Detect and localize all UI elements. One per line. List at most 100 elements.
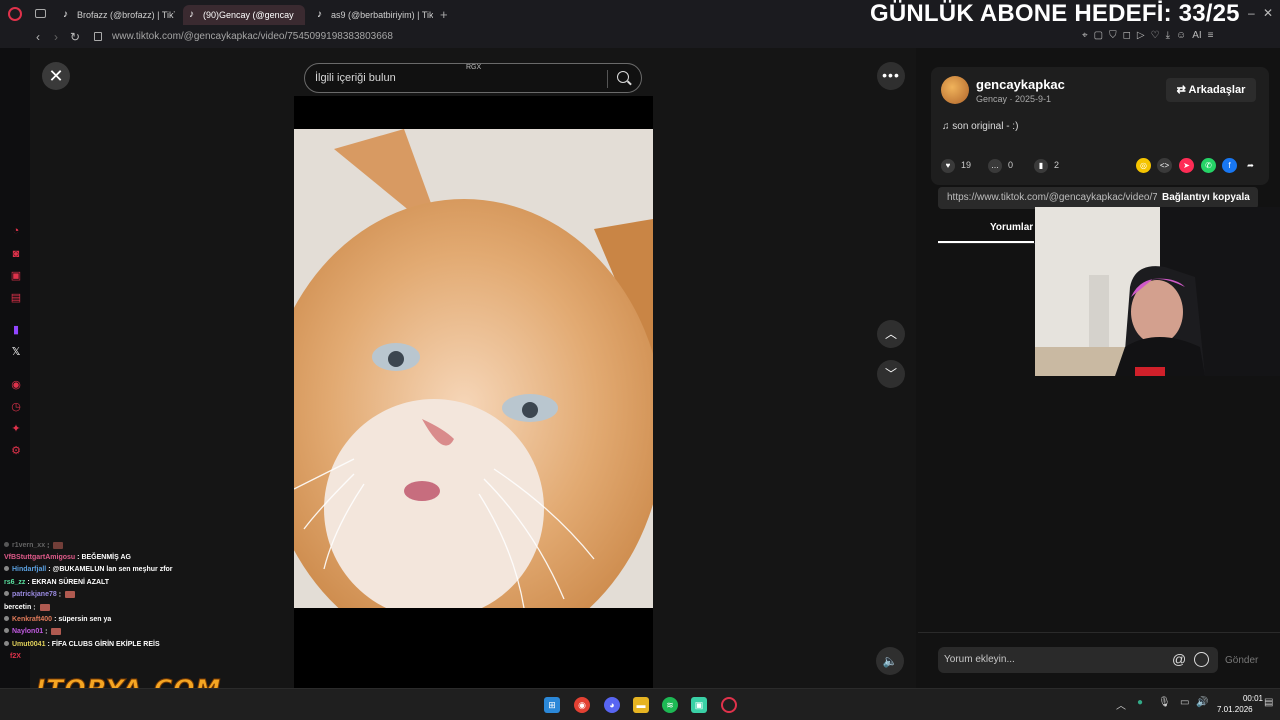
like-button[interactable]: ♥ 19 [941,157,971,173]
new-tab-button[interactable]: + [440,7,448,22]
file-explorer-icon[interactable]: ▬ [633,697,649,713]
comment-icon: … [988,158,1002,173]
tray-chevron-icon[interactable]: ︿ [1116,697,1126,712]
game-icon[interactable]: ◙ [10,248,22,260]
notification-icon[interactable]: ▤ [1264,697,1273,708]
comment-button[interactable]: … 0 [988,157,1013,173]
browser-toolbar: ⌖ ▢ ⛉ ◻ ▷ ♡ ⤓ ☺ AI ≡ [1082,30,1214,41]
send-button[interactable]: Gönder [1225,655,1258,666]
ai-button[interactable]: AI [1192,30,1201,41]
music-info[interactable]: ♫ son original - :) [942,121,1018,132]
spotify-icon[interactable]: ≋ [662,697,678,713]
subscriber-goal-overlay: GÜNLÜK ABONE HEDEFİ: 33/25 [870,0,1240,27]
chat-badge-icon [4,591,9,597]
forward-icon[interactable]: › [54,30,58,44]
friends-label: Arkadaşlar [1188,84,1246,96]
video-player[interactable] [294,129,653,608]
chat-user: rs6_zz [4,579,26,586]
chat-user: Naylon01 [12,628,44,636]
clock-date[interactable]: 7.01.2026 [1217,705,1253,714]
url-field[interactable]: www.tiktok.com/@gencaykapkac/video/75450… [112,31,393,42]
app-icon[interactable]: ▣ [691,697,707,713]
menu-icon[interactable]: ≡ [1208,30,1214,41]
speed-dial-icon[interactable]: ◔ [10,225,22,237]
close-window-icon[interactable]: ✕ [1263,6,1273,20]
tab-as9[interactable]: ♪ as9 (@berbatbiriyim) | Tik [311,5,433,25]
chat-message: bercetin: [4,604,50,611]
friends-button[interactable]: ⇄ Arkadaşlar [1166,78,1256,102]
tab-comments[interactable]: Yorumlar [990,222,1033,233]
opera-gx-taskbar-icon[interactable] [721,697,737,713]
chat-message: Kenkraft400: süpersin sen ya [4,616,111,623]
tab-label: as9 (@berbatbiriyim) | Tik [331,10,433,20]
share-icon[interactable]: ➦ [1243,158,1258,173]
webcam-image [1035,207,1280,376]
tray-app-icon[interactable]: ● [1137,697,1143,708]
comment-input[interactable]: Yorum ekleyin... @ [938,647,1218,673]
minimize-icon[interactable]: – [1248,6,1255,20]
whatsapp-icon[interactable]: ✆ [1201,158,1216,173]
embed-icon[interactable]: <> [1157,158,1172,173]
pin-icon[interactable]: ⌖ [1082,30,1088,41]
tiktok-icon: ♪ [189,9,194,20]
tab-brofazz[interactable]: ♪ Brofazz (@brofazz) | TikTo [57,5,175,25]
video-letterbox-bottom [294,608,653,688]
extensions-icon[interactable]: ✦ [10,423,22,435]
messenger-icon[interactable]: ▣ [10,270,22,282]
avatar[interactable] [941,76,969,104]
screenshot-icon[interactable]: ▢ [1094,30,1103,41]
chat-badge-icon [4,566,9,571]
volume-icon[interactable]: 🔈 [876,647,904,675]
chat-message: Naylon01: [4,628,62,636]
chat-user: r1vern_xx [12,542,46,550]
chevron-up-icon[interactable]: ︿ [877,320,905,348]
chat-user: patrickjane78 [12,591,57,599]
start-icon[interactable]: ⊞ [544,697,560,713]
microphone-icon[interactable]: 🎙 [1158,697,1171,708]
chat-user: VfBStuttgartAmigosu [4,554,76,561]
speaker-icon[interactable]: 🔊 [1196,697,1208,708]
news-icon[interactable]: ▤ [10,292,22,304]
more-icon[interactable]: ••• [877,62,905,90]
lock-icon [94,32,102,41]
streamer-webcam [1035,207,1280,376]
profile-icon[interactable]: ☺ [1176,30,1186,41]
copy-link-button[interactable]: Bağlantıyı kopyala [1162,192,1250,203]
network-icon[interactable]: ▭ [1180,697,1189,708]
history-icon[interactable]: ◷ [10,401,22,413]
close-icon[interactable]: ✕ [42,62,70,90]
shield-icon[interactable]: ⛉ [1109,30,1117,41]
emote-icon [65,591,76,598]
facebook-icon[interactable]: f [1222,158,1237,173]
share-link-url[interactable]: https://www.tiktok.com/@gencaykapkac/vid… [947,192,1157,203]
discord-icon[interactable]: ◕ [604,697,620,713]
tiktok-icon: ♪ [317,9,322,20]
player-icon[interactable]: ◉ [10,379,22,391]
chevron-down-icon[interactable]: ﹀ [877,360,905,388]
reload-icon[interactable]: ↻ [70,30,80,44]
chrome-icon[interactable]: ◉ [574,697,590,713]
cat-video-frame [294,129,653,608]
mention-icon[interactable]: @ [1172,651,1186,667]
tab-gencay[interactable]: ♪ (90)Gencay (@gencay [183,5,305,25]
heart-icon[interactable]: ♡ [1151,30,1160,41]
snapshot-icon[interactable]: ◻ [1123,30,1131,41]
save-button[interactable]: ▮ 2 [1034,157,1059,173]
twitch-icon[interactable]: ▮ [10,324,22,336]
send-icon[interactable]: ➤ [1179,158,1194,173]
friends-share-icon[interactable]: ◎ [1136,158,1151,173]
clock-time[interactable]: 00:01 [1229,694,1263,703]
panel-divider [918,632,1280,633]
settings-icon[interactable]: ⚙ [10,445,22,457]
opera-gx-icon[interactable] [8,7,22,21]
search-icon[interactable] [617,71,629,83]
author-handle[interactable]: gencaykapkac [976,77,1065,92]
play-icon[interactable]: ▷ [1137,30,1145,41]
back-icon[interactable]: ‹ [36,30,40,44]
workspaces-icon[interactable] [35,9,46,18]
comment-placeholder: Yorum ekleyin... [944,654,1015,665]
x-icon[interactable]: 𝕏 [10,346,22,358]
download-icon[interactable]: ⤓ [1166,30,1170,41]
chat-user: Hindarfjall [12,566,47,573]
emoji-icon[interactable] [1194,652,1209,667]
